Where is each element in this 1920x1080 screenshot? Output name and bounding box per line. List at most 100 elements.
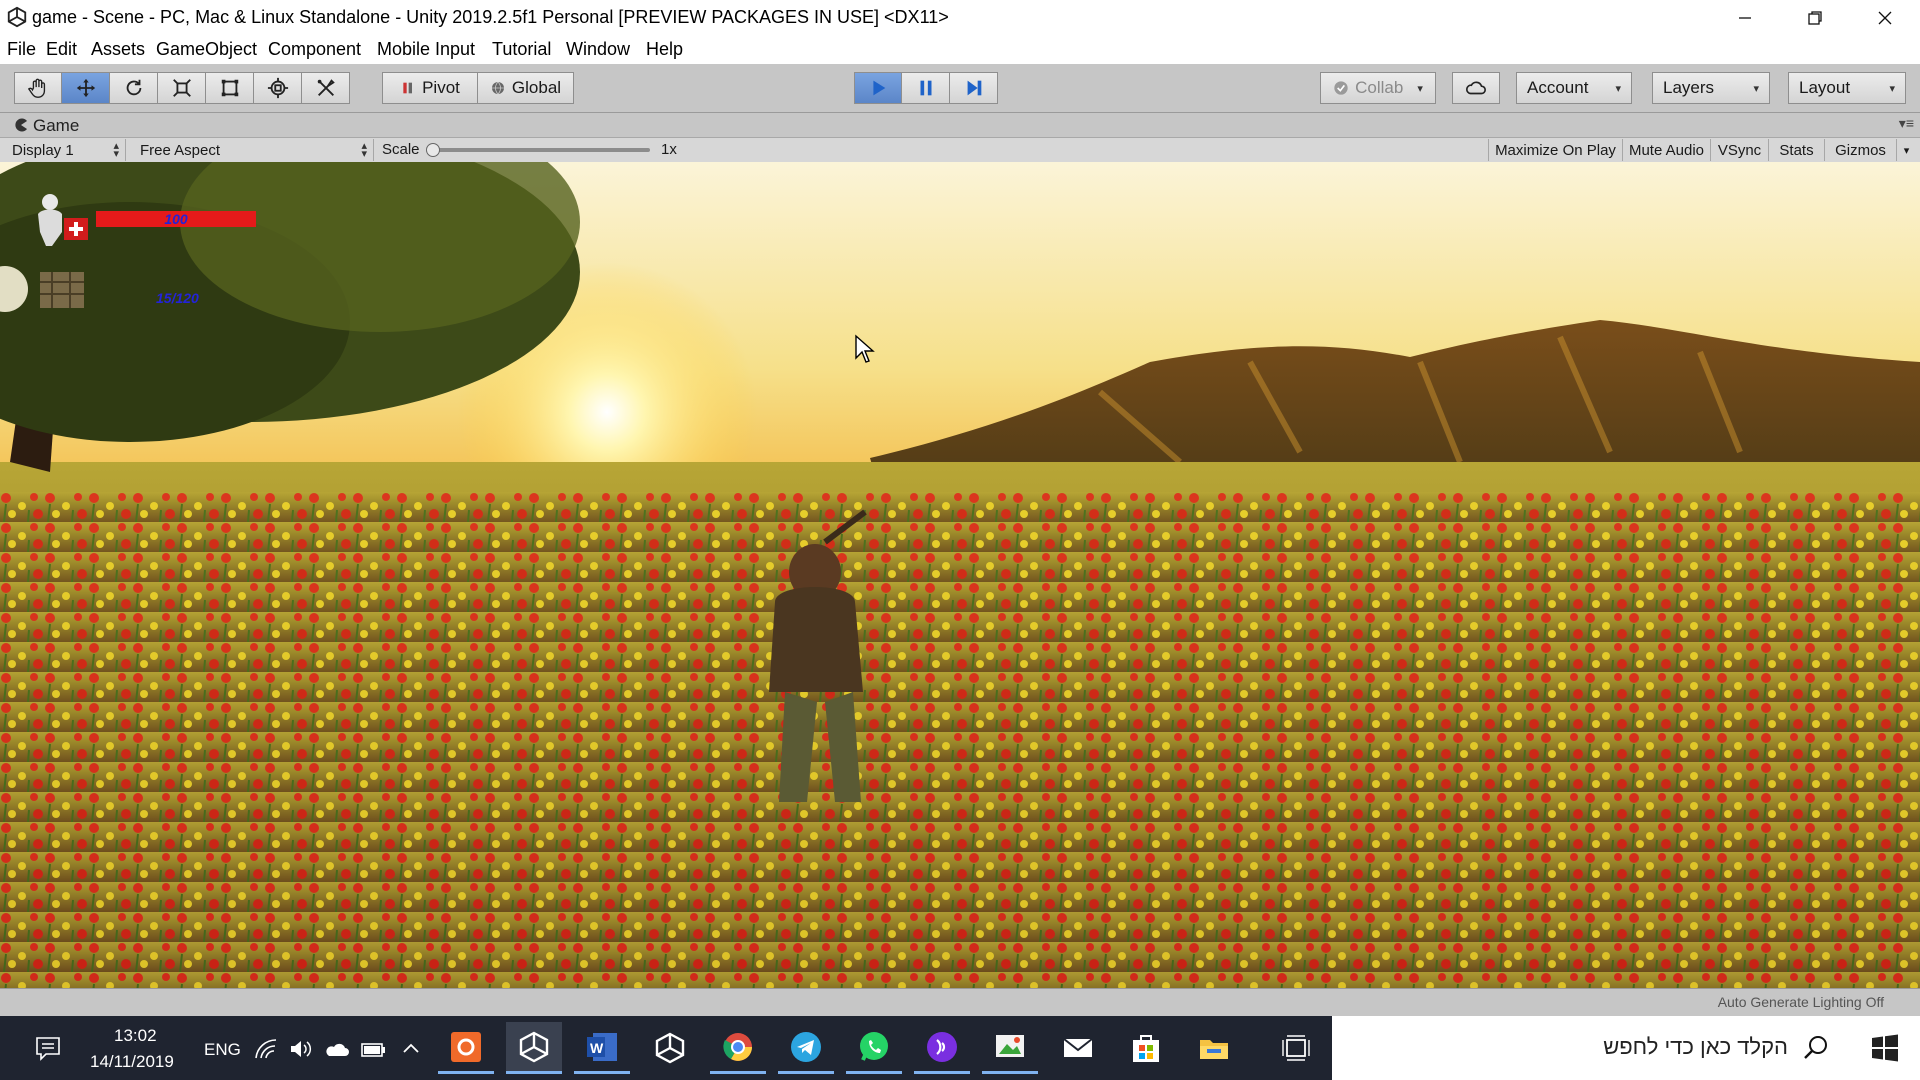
rotate-tool-icon (126, 79, 141, 96)
layers-group: Layers ▾ (1652, 72, 1770, 104)
store-icon (1133, 1035, 1159, 1062)
chrome-icon (723, 1032, 752, 1061)
taskbar-mail[interactable] (1050, 1022, 1106, 1074)
rotate-tool-button[interactable] (110, 72, 158, 104)
menu-assets[interactable]: Assets (91, 39, 145, 60)
account-dropdown[interactable]: Account ▾ (1516, 72, 1632, 104)
taskbar-unity[interactable] (506, 1022, 562, 1074)
menu-tutorial[interactable]: Tutorial (492, 39, 551, 60)
unity-hub-icon (655, 1032, 685, 1064)
layout-group: Layout ▾ (1788, 72, 1906, 104)
ammo-counter: 15/120 (156, 290, 199, 306)
minimize-button[interactable] (1710, 0, 1780, 36)
game-viewport[interactable]: 100 15/120 (0, 162, 1920, 988)
game-tab-bar: Game ▾≡ (0, 113, 1920, 137)
transform-tool-icon (267, 77, 288, 99)
vsync-toggle[interactable]: VSync (1710, 139, 1768, 161)
tab-game[interactable]: Game (33, 116, 79, 136)
menu-component[interactable]: Component (268, 39, 361, 60)
gizmos-toggle[interactable]: Gizmos (1824, 139, 1896, 161)
close-icon (1878, 11, 1892, 25)
chevron-up-icon[interactable] (400, 1038, 422, 1060)
chevron-down-icon: ▾ (1889, 82, 1895, 95)
hand-tool-button[interactable] (14, 72, 62, 104)
menu-edit[interactable]: Edit (46, 39, 77, 60)
onedrive-cloud-icon[interactable] (324, 1038, 350, 1060)
display-value: Display 1 (12, 141, 74, 159)
telegram-icon (791, 1031, 821, 1062)
step-button[interactable] (950, 72, 998, 104)
taskbar-telegram[interactable] (778, 1022, 834, 1074)
taskbar-unity-hub[interactable] (642, 1022, 698, 1074)
collab-button[interactable]: Collab ▾ (1320, 72, 1436, 104)
taskbar-store[interactable] (1118, 1022, 1174, 1074)
layout-dropdown[interactable]: Layout ▾ (1788, 72, 1906, 104)
health-avatar-icon (38, 194, 88, 246)
chevron-down-icon: ▾ (1417, 82, 1423, 95)
taskbar-chrome[interactable] (710, 1022, 766, 1074)
battery-icon[interactable] (360, 1038, 386, 1060)
taskbar-whatsapp[interactable] (846, 1022, 902, 1074)
aspect-select[interactable]: Free Aspect ▴ ▾ (132, 139, 374, 161)
cloud-button[interactable] (1452, 72, 1500, 104)
toolbar: Pivot Global Collab ▾ Account ▾ Layers ▾… (0, 64, 1920, 113)
explorer-icon (1200, 1040, 1228, 1059)
playback-controls (854, 72, 998, 104)
pause-button[interactable] (902, 72, 950, 104)
mouse-cursor-icon (855, 334, 875, 363)
maximize-on-play-toggle[interactable]: Maximize On Play (1488, 139, 1622, 161)
wifi-icon[interactable] (254, 1038, 278, 1060)
mute-audio-toggle[interactable]: Mute Audio (1622, 139, 1710, 161)
restore-button[interactable] (1780, 0, 1850, 36)
taskbar-snip-app[interactable] (438, 1022, 494, 1074)
aspect-value: Free Aspect (140, 141, 221, 159)
layers-dropdown[interactable]: Layers ▾ (1652, 72, 1770, 104)
taskbar-word[interactable]: W (574, 1022, 630, 1074)
stats-toggle[interactable]: Stats (1768, 139, 1824, 161)
lighting-status: Auto Generate Lighting Off (1717, 994, 1884, 1010)
scale-slider-track[interactable] (428, 148, 650, 152)
search-box[interactable]: הקלד כאן כדי לחפש (1332, 1016, 1920, 1080)
menu-gameobject[interactable]: GameObject (156, 39, 257, 60)
taskbar-task-view[interactable] (1268, 1022, 1324, 1074)
status-bar: Auto Generate Lighting Off (0, 988, 1920, 1017)
tab-menu-icon[interactable]: ▾≡ (1899, 115, 1914, 132)
global-toggle[interactable]: Global (478, 72, 574, 104)
taskbar-explorer[interactable] (1186, 1022, 1242, 1074)
windows-taskbar: 13:02 14/11/2019 ENG W הקלד כאן כדי לחפש (0, 1016, 1920, 1080)
menu-help[interactable]: Help (646, 39, 683, 60)
handle-position-group: Pivot Global (382, 72, 574, 104)
display-select[interactable]: Display 1 ▴ ▾ (4, 139, 126, 161)
menu-window[interactable]: Window (566, 39, 630, 60)
menu-file[interactable]: File (7, 39, 36, 60)
check-icon (1334, 81, 1348, 95)
scale-slider-thumb[interactable] (426, 143, 440, 157)
volume-icon[interactable] (289, 1038, 313, 1060)
taskbar-paint[interactable] (982, 1022, 1038, 1074)
custom-tool-button[interactable] (302, 72, 350, 104)
gizmos-dropdown-icon[interactable]: ▾ (1896, 139, 1916, 161)
language-indicator[interactable]: ENG (204, 1040, 241, 1060)
close-button[interactable] (1850, 0, 1920, 36)
rect-tool-button[interactable] (206, 72, 254, 104)
search-placeholder: הקלד כאן כדי לחפש (1603, 1034, 1788, 1059)
taskbar-podcast[interactable] (914, 1022, 970, 1074)
move-tool-button[interactable] (62, 72, 110, 104)
window-title: game - Scene - PC, Mac & Linux Standalon… (32, 7, 949, 27)
pivot-label: Pivot (422, 78, 460, 97)
scale-tool-button[interactable] (158, 72, 206, 104)
pivot-toggle[interactable]: Pivot (382, 72, 478, 104)
play-button[interactable] (854, 72, 902, 104)
windows-start-icon[interactable] (1870, 1034, 1900, 1062)
layers-label: Layers (1663, 78, 1715, 97)
clock-time[interactable]: 13:02 (114, 1026, 157, 1046)
menu-mobile-input[interactable]: Mobile Input (377, 39, 475, 60)
account-group: Account ▾ (1516, 72, 1632, 104)
custom-tool-icon (317, 79, 335, 96)
clock-date[interactable]: 14/11/2019 (90, 1052, 174, 1072)
action-center-icon[interactable] (34, 1034, 62, 1062)
transform-tool-button[interactable] (254, 72, 302, 104)
restore-icon (1808, 11, 1822, 25)
account-label: Account (1527, 78, 1589, 97)
cloud-icon (1466, 81, 1486, 95)
